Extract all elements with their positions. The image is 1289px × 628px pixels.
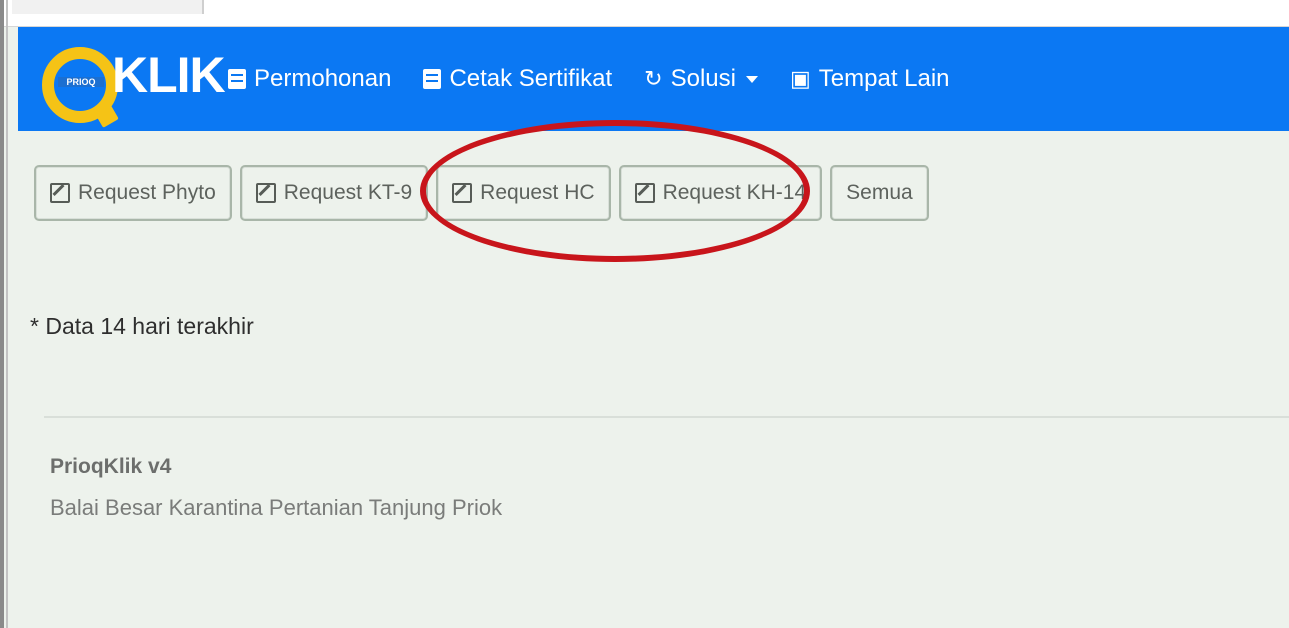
edit-icon xyxy=(452,183,473,203)
window-left-border xyxy=(0,0,4,628)
browser-tab[interactable] xyxy=(12,0,204,14)
button-label: Semua xyxy=(846,181,913,204)
nav-item-label: Cetak Sertifikat xyxy=(449,65,613,92)
nav-item-label: Tempat Lain xyxy=(818,65,950,92)
footer-organization: Balai Besar Karantina Pertanian Tanjung … xyxy=(50,495,503,520)
file-icon xyxy=(228,69,246,89)
logo-main-text: KLIK xyxy=(112,47,226,103)
request-button-row: Request Phyto Request KT-9 Request HC Re… xyxy=(34,165,929,221)
edit-icon xyxy=(634,183,655,203)
request-kt9-button[interactable]: Request KT-9 xyxy=(239,165,429,221)
nav-item-tempat-lain[interactable]: ▣ Tempat Lain xyxy=(790,65,950,93)
button-label: Request Phyto xyxy=(78,181,216,204)
request-kh14-button[interactable]: Request KH-14 xyxy=(618,165,823,221)
navbar: PRIOQ KLIK Permohonan Cetak Sertifikat ↻… xyxy=(18,27,1289,131)
button-label: Request HC xyxy=(480,181,595,204)
semua-button[interactable]: Semua xyxy=(830,165,929,221)
logo-small-text: PRIOQ xyxy=(58,77,104,87)
window-left-border-inner xyxy=(6,0,8,628)
footer-divider xyxy=(44,416,1289,418)
edit-icon xyxy=(50,183,70,203)
brand-logo[interactable]: PRIOQ KLIK xyxy=(18,27,228,131)
button-label: Request KH-14 xyxy=(662,181,807,204)
nav-item-solusi[interactable]: ↻ Solusi xyxy=(644,65,758,93)
button-label: Request KT-9 xyxy=(283,181,413,204)
chevron-down-icon xyxy=(745,75,758,83)
nav-item-label: Permohonan xyxy=(254,65,392,92)
briefcase-icon: ▣ xyxy=(789,66,811,91)
browser-top-strip xyxy=(0,0,1289,27)
request-phyto-button[interactable]: Request Phyto xyxy=(34,165,232,221)
footer-app-version: PrioqKlik v4 xyxy=(50,455,172,478)
nav-item-cetak-sertifikat[interactable]: Cetak Sertifikat xyxy=(423,65,612,93)
nav-item-permohonan[interactable]: Permohonan xyxy=(228,65,391,93)
file-icon xyxy=(423,69,442,89)
data-range-note: * Data 14 hari terakhir xyxy=(30,313,254,339)
refresh-icon: ↻ xyxy=(644,66,663,91)
request-hc-button[interactable]: Request HC xyxy=(436,165,611,221)
page: PRIOQ KLIK Permohonan Cetak Sertifikat ↻… xyxy=(0,0,1289,628)
edit-icon xyxy=(255,183,276,203)
nav-item-label: Solusi xyxy=(670,65,736,92)
